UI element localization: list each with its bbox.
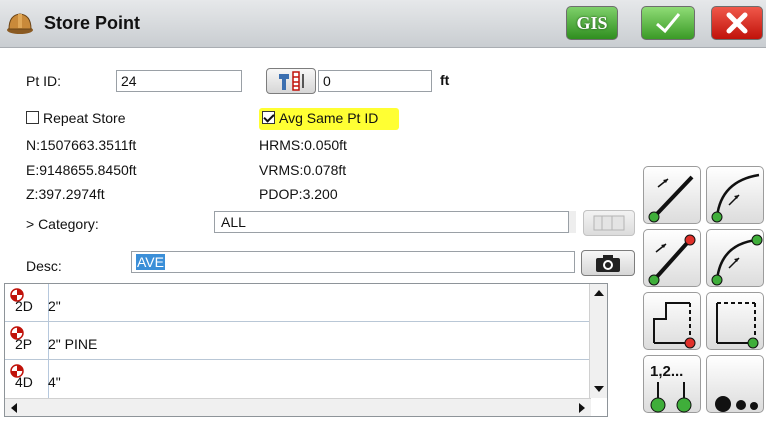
close-icon — [726, 12, 748, 34]
scroll-left-icon[interactable] — [5, 399, 23, 417]
line-start-button[interactable] — [643, 166, 701, 224]
scroll-up-icon[interactable] — [590, 284, 608, 302]
pdop-value: PDOP:3.200 — [259, 186, 338, 202]
rod-icon — [279, 71, 304, 91]
sequence-label: 1,2... — [650, 363, 683, 380]
pt-id-label: Pt ID: — [26, 73, 62, 89]
vertical-scrollbar[interactable] — [589, 284, 607, 398]
window-title: Store Point — [44, 13, 141, 33]
gis-button[interactable]: GIS — [566, 6, 618, 40]
camera-icon — [596, 255, 620, 272]
vrms-value: VRMS:0.078ft — [259, 162, 347, 178]
line-end-button[interactable] — [643, 229, 701, 287]
list-item[interactable]: 4D 4" — [5, 360, 591, 398]
list-item[interactable]: 2D 2" — [5, 284, 591, 322]
more-dots-icon — [715, 396, 758, 412]
camera-button[interactable] — [581, 250, 635, 276]
sequence-icon: 1,2... — [650, 363, 692, 413]
arc-end-button[interactable] — [706, 229, 764, 287]
category-list-button[interactable] — [583, 210, 635, 236]
close-button[interactable] — [711, 6, 763, 40]
list-item-desc: 2" PINE — [48, 336, 98, 352]
title-bar: Store Point GIS — [0, 0, 766, 48]
description-list[interactable]: 2D 2" 2P 2" PINE 4D 4" — [4, 283, 608, 417]
list-item-desc: 2" — [48, 298, 61, 314]
avg-same-label: Avg Same Pt ID — [279, 110, 379, 126]
list-item-code: 2D — [15, 298, 33, 314]
checkmark-icon — [656, 13, 681, 34]
northing-value: N:1507663.3511ft — [26, 137, 137, 153]
avg-same-box[interactable] — [262, 111, 275, 124]
desc-input[interactable]: AVE — [131, 251, 575, 273]
hardhat-icon — [7, 13, 33, 34]
category-select[interactable]: ALL — [214, 211, 574, 233]
list-item[interactable]: 2P 2" PINE — [5, 322, 591, 360]
easting-value: E:9148655.8450ft — [26, 162, 137, 178]
rod-height-input[interactable]: 0 — [318, 70, 432, 92]
desc-label: Desc: — [26, 258, 62, 274]
elevation-value: Z:397.2974ft — [26, 186, 105, 202]
line-end-icon — [648, 234, 696, 286]
repeat-store-label: Repeat Store — [43, 110, 126, 126]
gis-label: GIS — [576, 12, 608, 33]
avg-same-checkbox[interactable]: Avg Same Pt ID — [259, 108, 399, 130]
scroll-down-icon[interactable] — [590, 380, 608, 398]
horizontal-scrollbar[interactable] — [5, 398, 591, 416]
more-button[interactable] — [706, 355, 764, 413]
scroll-right-icon[interactable] — [573, 399, 591, 417]
category-dropdown-handle[interactable] — [568, 211, 576, 233]
arc-start-icon — [711, 173, 760, 223]
pt-id-input[interactable]: 24 — [116, 70, 242, 92]
code-list-icon — [593, 215, 625, 231]
arc-start-button[interactable] — [706, 166, 764, 224]
list-item-code: 4D — [15, 374, 33, 390]
rod-height-button[interactable] — [266, 68, 316, 94]
desc-value: AVE — [136, 254, 165, 270]
line-start-icon — [648, 175, 694, 223]
category-label[interactable]: > Category: — [26, 216, 99, 232]
hrms-value: HRMS:0.050ft — [259, 137, 347, 153]
sequence-button[interactable]: 1,2... — [643, 355, 701, 413]
close-figure-button[interactable] — [643, 292, 701, 350]
rectangle-button[interactable] — [706, 292, 764, 350]
repeat-store-box[interactable] — [26, 111, 39, 124]
arc-end-icon — [711, 234, 763, 286]
repeat-store-checkbox[interactable]: Repeat Store — [26, 110, 126, 126]
list-item-desc: 4" — [48, 374, 61, 390]
close-figure-icon — [653, 302, 696, 349]
ok-button[interactable] — [641, 6, 695, 40]
list-item-code: 2P — [15, 336, 33, 352]
rod-unit-label: ft — [440, 72, 450, 88]
rectangle-icon — [716, 302, 759, 349]
